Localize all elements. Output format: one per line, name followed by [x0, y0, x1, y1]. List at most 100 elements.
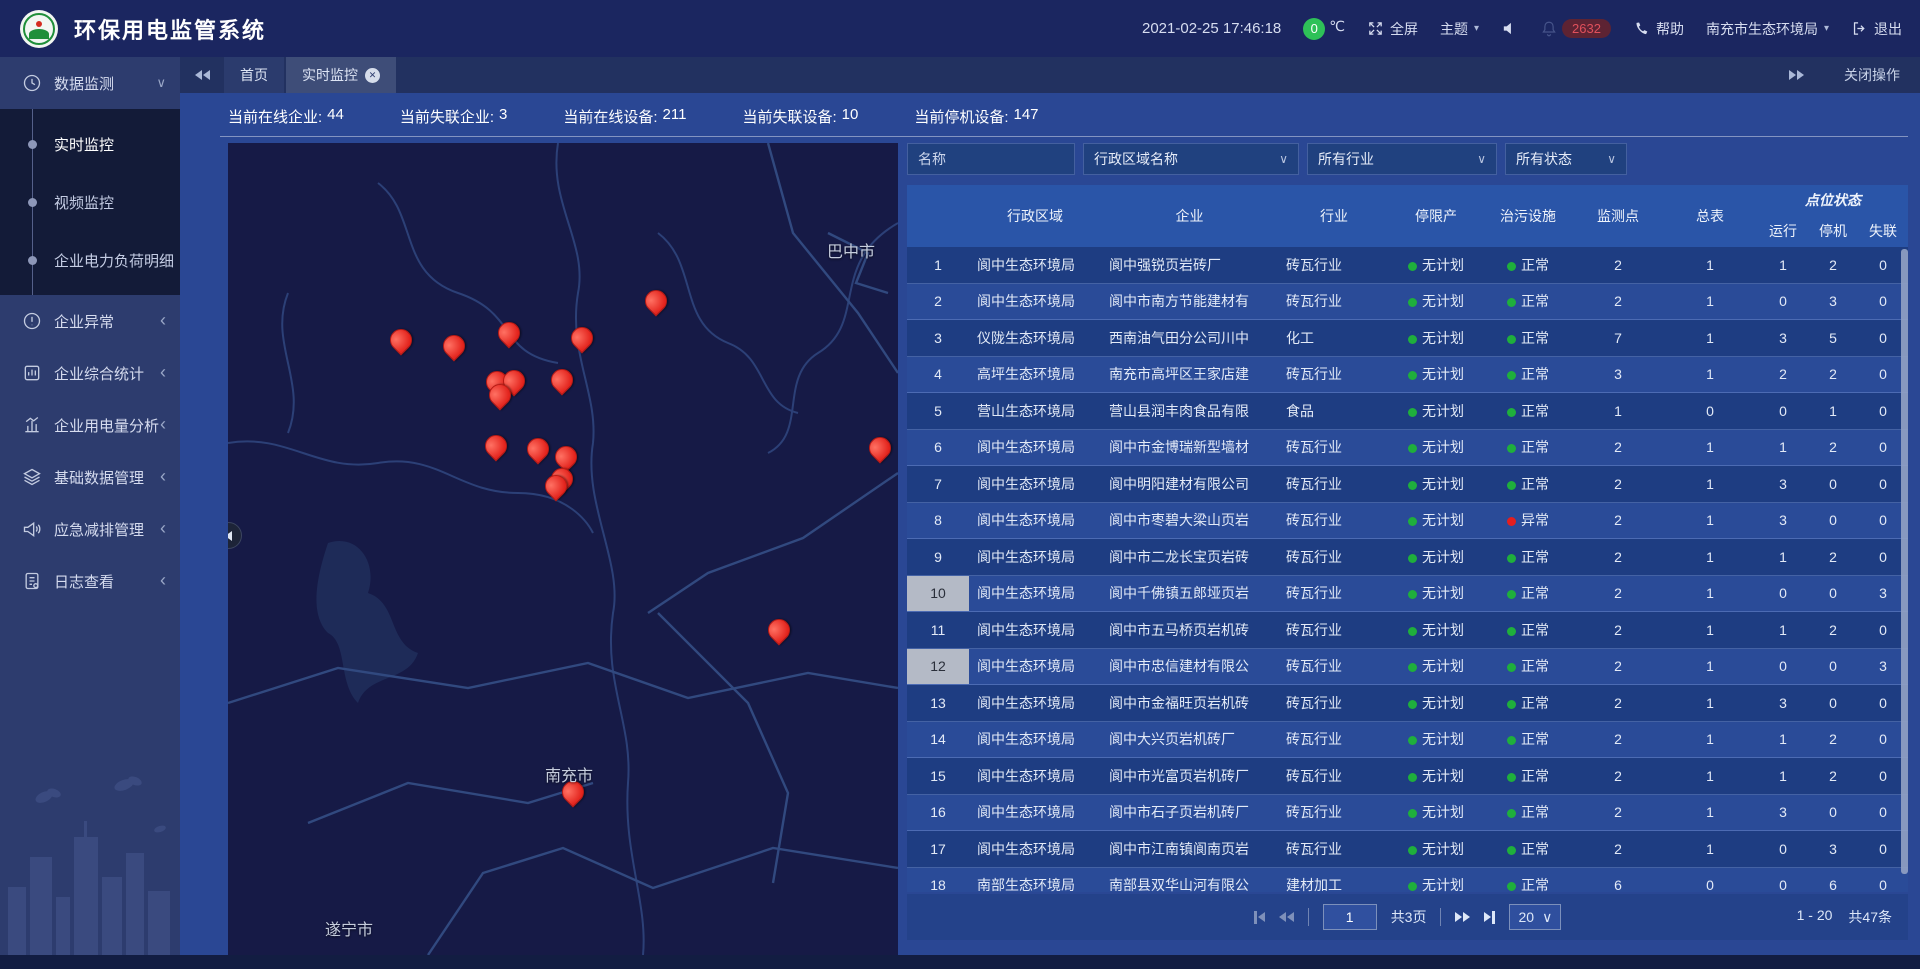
fullscreen-button[interactable]: 全屏 — [1367, 19, 1418, 39]
cell-facility: 正常 — [1482, 474, 1574, 494]
last-page-button[interactable] — [1484, 911, 1495, 924]
record-total-label: 共47条 — [1848, 907, 1892, 927]
pagination-bar: 共3页 20 ∨ 1 - 20 共47条 — [907, 894, 1908, 940]
cell-limit: 无计划 — [1390, 510, 1482, 530]
logout-button[interactable]: 退出 — [1851, 19, 1902, 39]
sidebar-item-megaphone[interactable]: 应急减排管理 — [0, 503, 180, 555]
organization-dropdown[interactable]: 南充市生态环境局 ▾ — [1706, 19, 1829, 39]
facility-status-dot — [1507, 809, 1516, 818]
close-operations-button[interactable]: 关闭操作 — [1844, 65, 1900, 85]
cell-facility: 正常 — [1482, 766, 1574, 786]
region-filter-select[interactable]: 行政区域名称 ∨ — [1083, 143, 1299, 175]
table-row[interactable]: 18 南部生态环境局 南部县双华山河有限公 建材加工 无计划 正常 6 0 0 … — [907, 868, 1908, 893]
facility-status-dot — [1507, 481, 1516, 490]
table-row[interactable]: 4 高坪生态环境局 南充市高坪区王家店建 砖瓦行业 无计划 正常 3 1 2 2… — [907, 357, 1908, 394]
cell-stop: 0 — [1808, 512, 1858, 528]
previous-page-button[interactable] — [1279, 912, 1294, 922]
status-filter-select[interactable]: 所有状态 ∨ — [1505, 143, 1627, 175]
sidebar-subitem[interactable]: 实时监控 — [0, 115, 180, 173]
cell-row-number: 11 — [907, 612, 969, 648]
tabs-scroll-right-button[interactable] — [1774, 70, 1818, 80]
table-row[interactable]: 3 仪陇生态环境局 西南油气田分公司川中 化工 无计划 正常 7 1 3 5 0 — [907, 320, 1908, 357]
cell-industry: 砖瓦行业 — [1278, 474, 1390, 494]
chevron-down-icon: ∨ — [1607, 152, 1616, 166]
sidebar-subitem[interactable]: 企业电力负荷明细 — [0, 231, 180, 289]
cell-industry: 砖瓦行业 — [1278, 620, 1390, 640]
table-row[interactable]: 9 阆中生态环境局 阆中市二龙长宝页岩砖 砖瓦行业 无计划 正常 2 1 1 2… — [907, 539, 1908, 576]
cell-limit: 无计划 — [1390, 620, 1482, 640]
cell-run: 3 — [1758, 804, 1808, 820]
sidebar-item-chart[interactable]: 企业用电量分析 — [0, 399, 180, 451]
cell-points: 2 — [1574, 439, 1662, 455]
cell-industry: 砖瓦行业 — [1278, 255, 1390, 275]
table-row[interactable]: 10 阆中生态环境局 阆中千佛镇五郎垭页岩 砖瓦行业 无计划 正常 2 1 0 … — [907, 576, 1908, 613]
cell-industry: 砖瓦行业 — [1278, 364, 1390, 384]
cell-company: 阆中市二龙长宝页岩砖 — [1101, 547, 1278, 567]
sidebar-item-log[interactable]: 日志查看 — [0, 555, 180, 607]
table-row[interactable]: 16 阆中生态环境局 阆中市石子页岩机砖厂 砖瓦行业 无计划 正常 2 1 3 … — [907, 795, 1908, 832]
cell-limit: 无计划 — [1390, 364, 1482, 384]
table-row[interactable]: 13 阆中生态环境局 阆中市金福旺页岩机砖 砖瓦行业 无计划 正常 2 1 3 … — [907, 685, 1908, 722]
table-row[interactable]: 5 营山生态环境局 营山县润丰肉食品有限 食品 无计划 正常 1 0 0 1 0 — [907, 393, 1908, 430]
table-row[interactable]: 17 阆中生态环境局 阆中市江南镇阆南页岩 砖瓦行业 无计划 正常 2 1 0 … — [907, 831, 1908, 868]
sidebar-item-clock[interactable]: 数据监测 — [0, 57, 180, 109]
table-row[interactable]: 6 阆中生态环境局 阆中市金博瑞新型墙材 砖瓦行业 无计划 正常 2 1 1 2… — [907, 430, 1908, 467]
facility-status-dot — [1507, 700, 1516, 709]
help-button[interactable]: 帮助 — [1633, 19, 1684, 39]
tab[interactable]: 实时监控 ✕ — [286, 57, 396, 93]
cell-meter: 1 — [1662, 841, 1758, 857]
header-point-status: 点位状态 — [1758, 185, 1908, 215]
table-row[interactable]: 14 阆中生态环境局 阆中大兴页岩机砖厂 砖瓦行业 无计划 正常 2 1 1 2… — [907, 722, 1908, 759]
cell-stop: 3 — [1808, 293, 1858, 309]
cell-limit: 无计划 — [1390, 547, 1482, 567]
cell-industry: 砖瓦行业 — [1278, 510, 1390, 530]
tabs-list: 首页 实时监控 ✕ — [224, 57, 398, 93]
theme-dropdown[interactable]: 主题 ▾ — [1440, 19, 1479, 39]
cell-points: 2 — [1574, 512, 1662, 528]
table-row[interactable]: 8 阆中生态环境局 阆中市枣碧大梁山页岩 砖瓦行业 无计划 异常 2 1 3 0… — [907, 503, 1908, 540]
page-size-select[interactable]: 20 ∨ — [1509, 904, 1561, 930]
page-number-input[interactable] — [1323, 904, 1377, 930]
tab[interactable]: 首页 — [224, 57, 284, 93]
stats-bar: 当前在线企业: 44 当前失联企业: 3 当前在线设备: 211 当前失联设备:… — [220, 93, 1908, 137]
cell-region: 阆中生态环境局 — [969, 693, 1101, 713]
name-filter-input[interactable] — [907, 143, 1075, 175]
cell-region: 阆中生态环境局 — [969, 437, 1101, 457]
table-scrollbar[interactable] — [1901, 249, 1908, 874]
next-page-button[interactable] — [1455, 912, 1470, 922]
mute-button[interactable] — [1501, 20, 1518, 37]
sidebar-subitem[interactable]: 视频监控 — [0, 173, 180, 231]
tabs-scroll-left-button[interactable] — [180, 57, 224, 93]
first-page-button[interactable] — [1254, 911, 1265, 924]
sidebar-item-layers[interactable]: 基础数据管理 — [0, 451, 180, 503]
cell-region: 阆中生态环境局 — [969, 510, 1101, 530]
footer-strip — [0, 955, 1920, 969]
header-company: 企业 — [1101, 185, 1278, 247]
cell-limit: 无计划 — [1390, 656, 1482, 676]
map-panel[interactable]: 巴中市南充市遂宁市 — [228, 143, 898, 955]
table-row[interactable]: 12 阆中生态环境局 阆中市忠信建材有限公 砖瓦行业 无计划 正常 2 1 0 … — [907, 649, 1908, 686]
tab-close-icon[interactable]: ✕ — [365, 68, 380, 83]
cell-company: 阆中市忠信建材有限公 — [1101, 656, 1278, 676]
facility-status-dot — [1507, 335, 1516, 344]
cell-industry: 砖瓦行业 — [1278, 839, 1390, 859]
cell-row-number: 17 — [907, 831, 969, 867]
cell-stop: 0 — [1808, 585, 1858, 601]
table-row[interactable]: 1 阆中生态环境局 阆中强锐页岩砖厂 砖瓦行业 无计划 正常 2 1 1 2 0 — [907, 247, 1908, 284]
table-row[interactable]: 7 阆中生态环境局 阆中明阳建材有限公司 砖瓦行业 无计划 正常 2 1 3 0… — [907, 466, 1908, 503]
table-row[interactable]: 11 阆中生态环境局 阆中市五马桥页岩机砖 砖瓦行业 无计划 正常 2 1 1 … — [907, 612, 1908, 649]
table-row[interactable]: 2 阆中生态环境局 阆中市南方节能建材有 砖瓦行业 无计划 正常 2 1 0 3… — [907, 284, 1908, 321]
industry-filter-select[interactable]: 所有行业 ∨ — [1307, 143, 1497, 175]
cell-company: 阆中市南方节能建材有 — [1101, 291, 1278, 311]
notification-indicator[interactable]: 2632 — [1540, 19, 1611, 38]
sidebar-group-icon — [22, 73, 42, 93]
cell-row-number: 15 — [907, 758, 969, 794]
sidebar-group-label: 日志查看 — [54, 571, 114, 592]
pagination-divider — [1440, 908, 1441, 926]
sidebar-item-stats[interactable]: 企业综合统计 — [0, 347, 180, 399]
table-row[interactable]: 15 阆中生态环境局 阆中市光富页岩机砖厂 砖瓦行业 无计划 正常 2 1 1 … — [907, 758, 1908, 795]
status-dot-green — [1408, 554, 1417, 563]
cell-meter: 1 — [1662, 549, 1758, 565]
sidebar-group-icon — [22, 415, 42, 435]
sidebar-item-alert[interactable]: 企业异常 — [0, 295, 180, 347]
